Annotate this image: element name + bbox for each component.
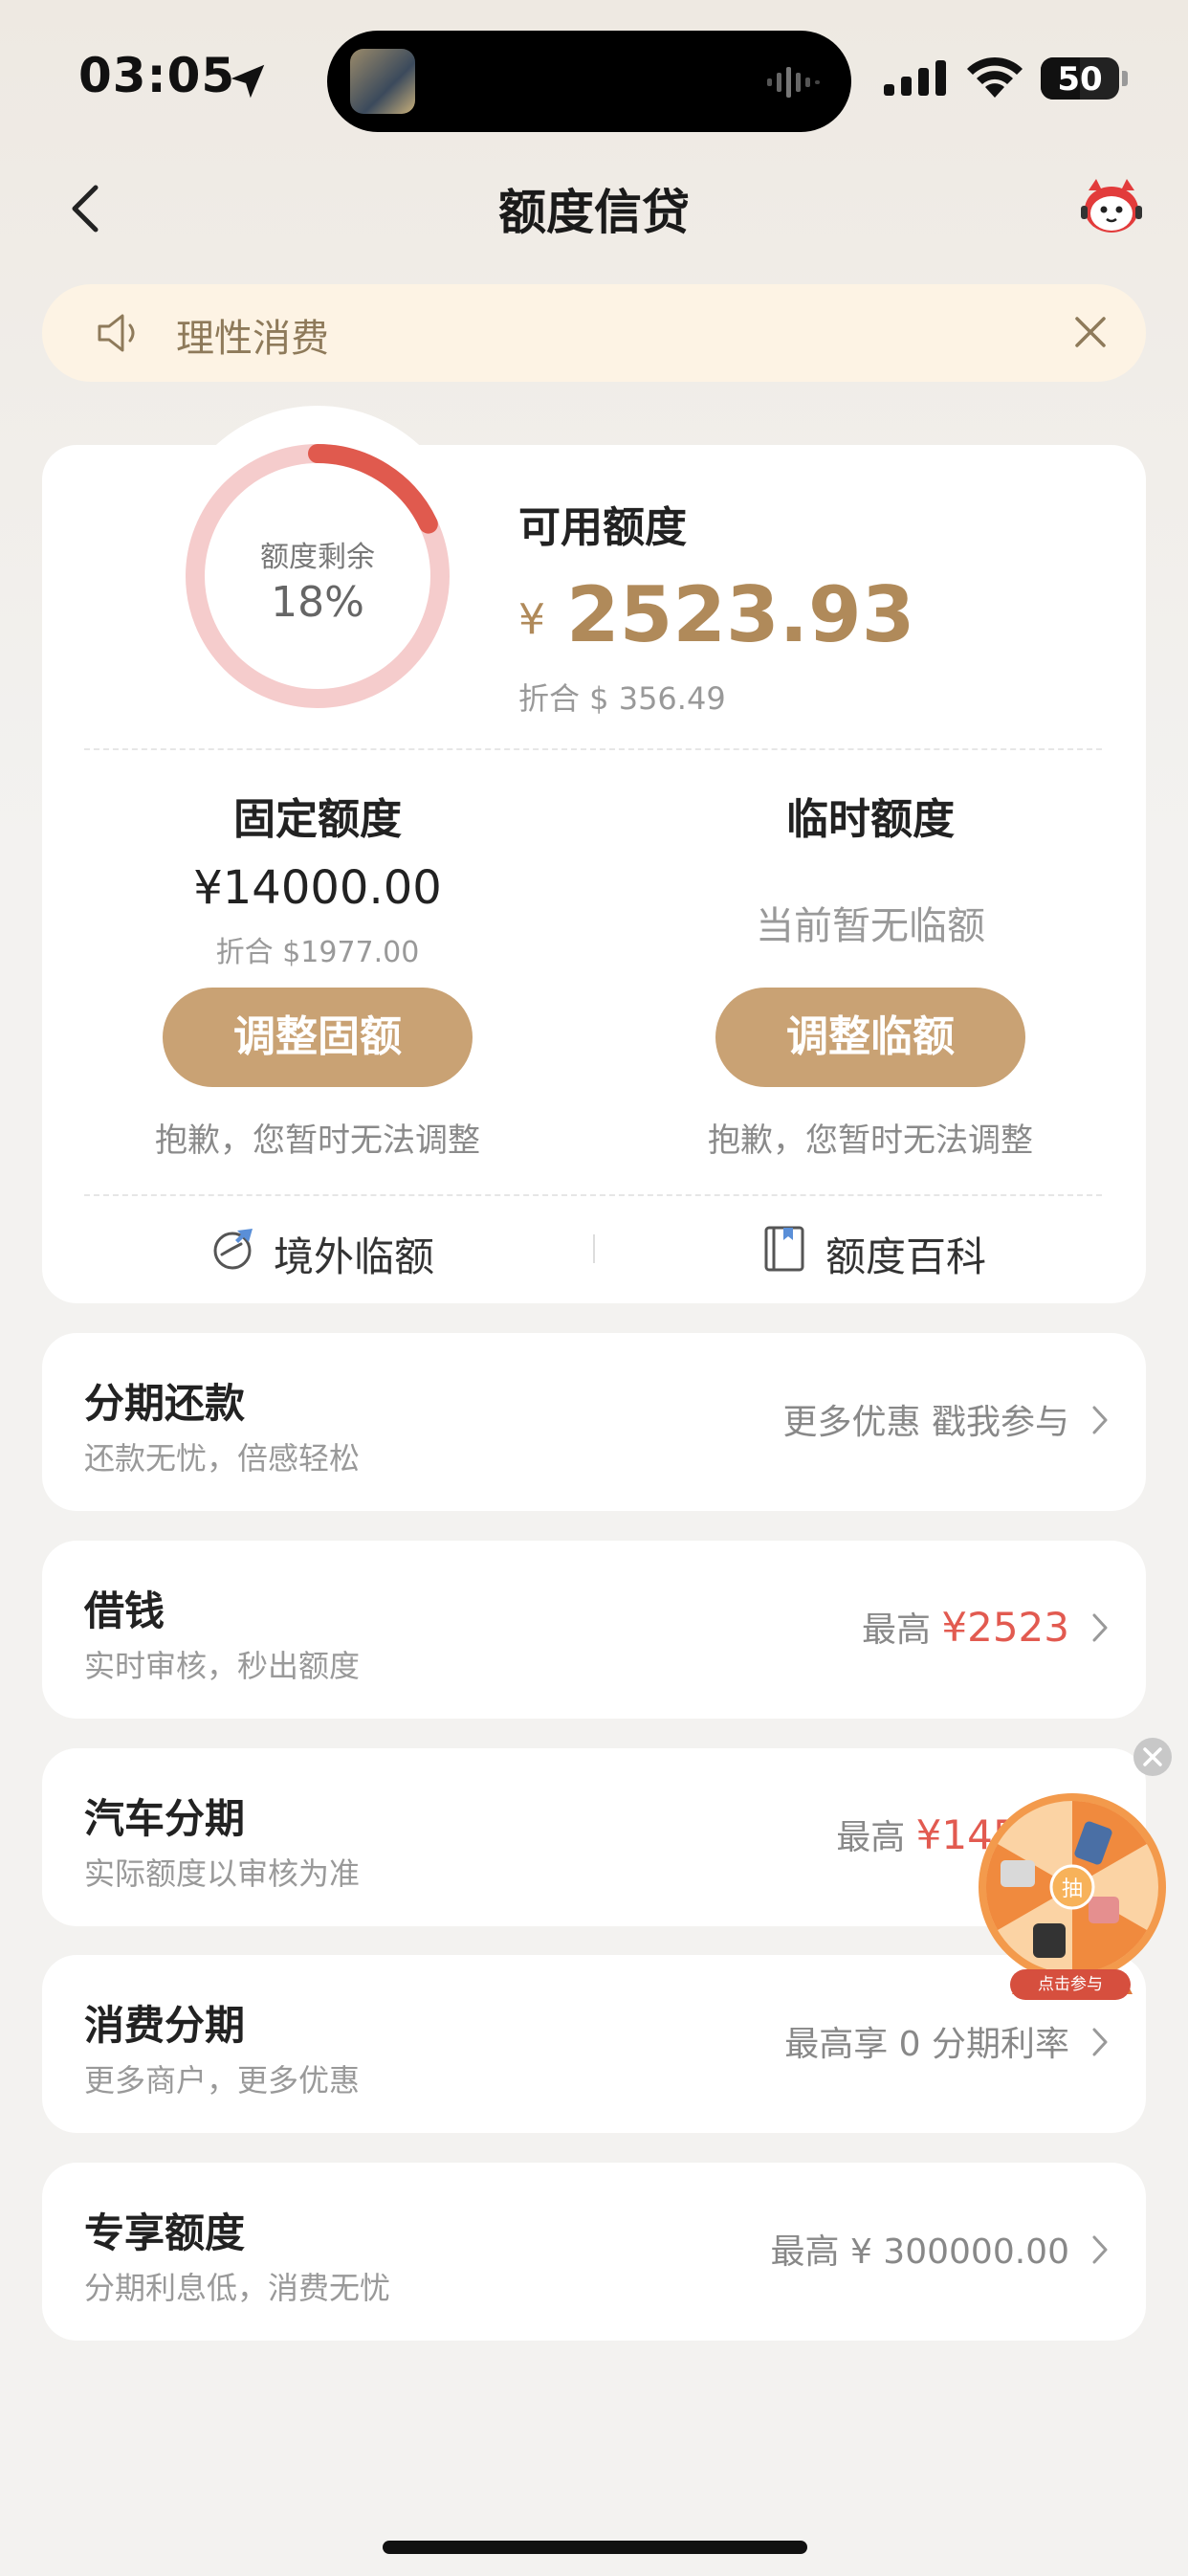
credit-encyclopedia-label: 额度百科 xyxy=(825,1233,987,1280)
list-item-title: 分期还款 xyxy=(84,1380,246,1427)
fixed-adjust-note: 抱歉，您暂时无法调整 xyxy=(155,1121,480,1160)
available-credit-title: 可用额度 xyxy=(518,503,687,552)
fixed-credit-usd: 折合 $1977.00 xyxy=(215,936,420,969)
max-prefix: 最高 xyxy=(861,1610,942,1650)
divider xyxy=(84,748,1102,750)
list-item-borrow[interactable]: 借钱 实时审核，秒出额度 最高 ¥2523 xyxy=(42,1541,1146,1719)
lottery-center-text: 抽 xyxy=(1062,1877,1083,1901)
page-title: 额度信贷 xyxy=(498,185,690,240)
list-item-max-amount: 最高 ¥2523 xyxy=(862,1602,1069,1652)
max-prefix: 最高 ¥ 300000.00 xyxy=(770,2232,1069,2272)
link-divider xyxy=(593,1234,595,1263)
list-item-promo: 更多优惠 戳我参与 xyxy=(783,1394,1069,1444)
temporary-credit-title: 临时额度 xyxy=(786,795,955,844)
list-item-subtitle: 实时审核，秒出额度 xyxy=(84,1648,361,1684)
list-item-title: 借钱 xyxy=(84,1588,165,1634)
location-arrow-icon xyxy=(231,64,265,99)
temporary-credit-status: 当前暂无临额 xyxy=(756,904,985,948)
close-icon[interactable] xyxy=(1069,311,1111,353)
battery-icon: 50 xyxy=(1041,57,1119,100)
close-circle-icon[interactable] xyxy=(1133,1737,1173,1777)
list-item-title: 消费分期 xyxy=(84,2002,246,2049)
book-icon xyxy=(764,1226,804,1272)
fixed-credit-amount: ¥14000.00 xyxy=(193,861,442,915)
status-time: 03:05 xyxy=(78,48,236,103)
speaker-icon xyxy=(98,314,135,352)
list-item-max-amount: 最高 ¥ 300000.00 xyxy=(771,2224,1069,2274)
promo-text: 最高享 0 分期利率 xyxy=(784,2025,1069,2064)
list-item-promo: 最高享 0 分期利率 xyxy=(784,2016,1069,2066)
ring-percent: 18% xyxy=(271,578,364,627)
adjust-temporary-button[interactable]: 调整临额 xyxy=(715,988,1025,1087)
remaining-credit-ring xyxy=(186,444,450,708)
chevron-right-icon xyxy=(1092,2235,1108,2264)
available-credit-amount: 2523.93 xyxy=(566,570,915,659)
promo-text: 更多优惠 戳我参与 xyxy=(782,1403,1069,1442)
list-item-title: 汽车分期 xyxy=(84,1795,246,1842)
list-item-subtitle: 分期利息低，消费无忧 xyxy=(84,2270,391,2306)
overseas-temp-credit-label: 境外临额 xyxy=(274,1233,435,1280)
chevron-right-icon xyxy=(1092,1613,1108,1642)
currency-symbol: ¥ xyxy=(518,595,545,644)
ring-label: 额度剩余 xyxy=(260,541,375,574)
temporary-adjust-note: 抱歉，您暂时无法调整 xyxy=(708,1121,1033,1160)
home-indicator xyxy=(383,2541,807,2554)
lottery-cta-label[interactable]: 点击参与 xyxy=(1010,1969,1131,2000)
divider xyxy=(84,1194,1102,1196)
signal-icon xyxy=(884,60,946,96)
audio-wave-icon xyxy=(767,67,820,98)
max-prefix: 最高 xyxy=(836,1818,916,1857)
list-item-subtitle: 实际额度以审核为准 xyxy=(84,1855,361,1892)
now-playing-thumbnail xyxy=(350,49,415,114)
list-item-subtitle: 还款无忧，倍感轻松 xyxy=(84,1440,361,1477)
customer-service-mascot-icon[interactable] xyxy=(1079,177,1144,236)
available-credit-usd: 折合 $ 356.49 xyxy=(518,680,726,717)
notice-text: 理性消费 xyxy=(176,317,329,361)
plane-globe-icon xyxy=(213,1229,253,1270)
adjust-fixed-button[interactable]: 调整固额 xyxy=(163,988,473,1087)
list-item-subtitle: 更多商户，更多优惠 xyxy=(84,2062,361,2099)
nav-bar: 额度信贷 xyxy=(0,153,1188,258)
notice-bar: 理性消费 xyxy=(42,284,1146,382)
list-item-title: 专享额度 xyxy=(84,2210,246,2256)
status-bar: 03:05 50 xyxy=(0,0,1188,144)
chevron-right-icon xyxy=(1092,1406,1108,1434)
battery-cap xyxy=(1122,71,1128,86)
wifi-icon xyxy=(967,56,1023,98)
fixed-credit-title: 固定额度 xyxy=(233,795,402,844)
max-amount-highlight: ¥2523 xyxy=(941,1604,1069,1651)
chevron-right-icon xyxy=(1092,2028,1108,2056)
list-item-installment-repayment[interactable]: 分期还款 还款无忧，倍感轻松 更多优惠 戳我参与 xyxy=(42,1333,1146,1511)
dynamic-island[interactable] xyxy=(327,31,851,132)
battery-level: 50 xyxy=(1057,60,1103,99)
list-item-exclusive-credit[interactable]: 专享额度 分期利息低，消费无忧 最高 ¥ 300000.00 xyxy=(42,2163,1146,2341)
